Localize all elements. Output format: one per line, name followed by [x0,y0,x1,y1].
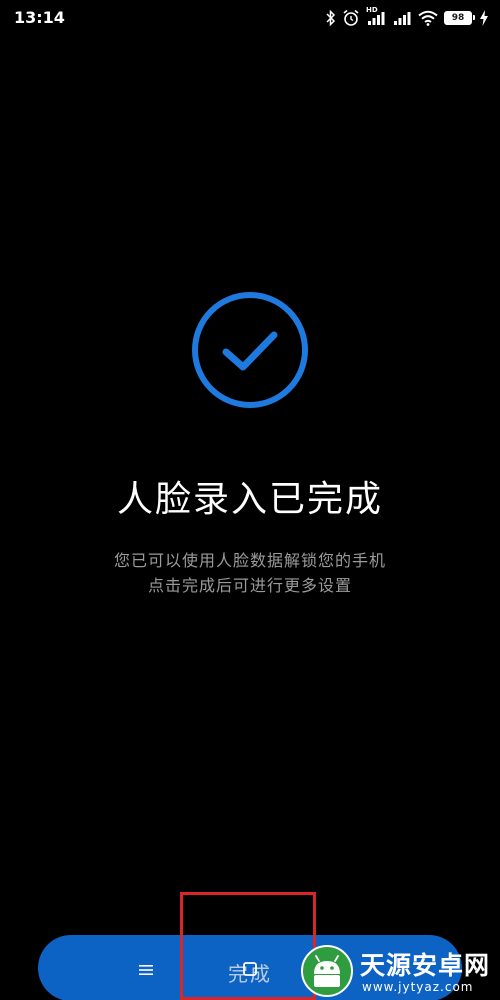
signal-icon [394,12,411,25]
watermark-url: www.jytyaz.com [362,980,474,994]
android-logo-icon [301,945,353,997]
bluetooth-icon [326,10,336,26]
page-title: 人脸录入已完成 [116,479,383,520]
status-time: 13:14 [14,8,65,27]
screen: 13:14 HD 98 人脸录入已完成 您已可以使用人脸数据解锁您的手机 点击完… [0,0,500,1000]
status-bar: 13:14 HD 98 [0,0,500,36]
menu-icon[interactable] [137,962,155,978]
description-line-2: 点击完成后可进行更多设置 [147,576,352,595]
watermark-title: 天源安卓网 [360,951,491,980]
hd-signal-icon: HD [366,6,386,26]
battery-level: 98 [451,12,465,23]
description-line-1: 您已可以使用人脸数据解锁您的手机 [113,551,386,570]
status-icons: HD 98 [326,6,488,28]
battery-icon: 98 [444,11,475,25]
check-circle-icon [192,292,308,408]
charging-icon [480,10,488,26]
wifi-icon [418,10,438,26]
watermark: 天源安卓网 www.jytyaz.com [296,940,500,1000]
alarm-icon [343,9,359,26]
